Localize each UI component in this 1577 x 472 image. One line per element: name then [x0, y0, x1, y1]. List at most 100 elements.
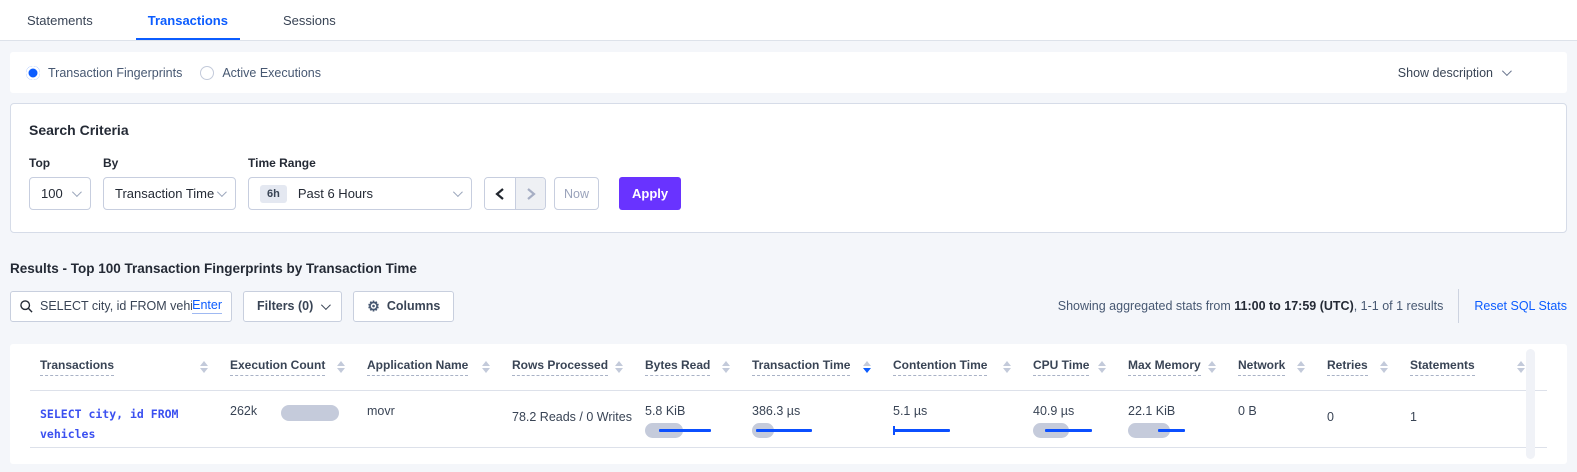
radio-label: Transaction Fingerprints	[48, 66, 182, 80]
chevron-down-icon	[217, 187, 227, 197]
show-description-label: Show description	[1398, 66, 1493, 80]
cell-retries: 0	[1327, 391, 1410, 447]
now-button[interactable]: Now	[554, 177, 599, 210]
column-header-application-name[interactable]: Application Name	[367, 358, 512, 376]
search-criteria-row: Top 100 By Transaction Time Time Range	[29, 156, 1548, 210]
table-header-row: Transactions Execution Count Application…	[30, 344, 1547, 391]
sort-icon[interactable]	[615, 361, 623, 373]
contention-time-bar	[893, 423, 965, 439]
column-header-rows-processed[interactable]: Rows Processed	[512, 358, 645, 376]
time-range-field: Time Range 6h Past 6 Hours	[248, 156, 472, 210]
transaction-fingerprint-link[interactable]: SELECT city, id FROM vehicles	[40, 404, 230, 444]
chevron-down-icon	[453, 187, 463, 197]
time-range-select[interactable]: 6h Past 6 Hours	[248, 177, 472, 210]
by-field: By Transaction Time	[103, 156, 236, 210]
enter-hint[interactable]: Enter	[192, 298, 222, 314]
radio-unselected-icon	[200, 66, 214, 80]
stats-area: Showing aggregated stats from 11:00 to 1…	[1058, 289, 1567, 323]
sort-icon[interactable]	[1517, 361, 1525, 373]
tab-bar: Statements Transactions Sessions	[0, 0, 1577, 41]
search-box: Enter	[10, 291, 232, 322]
execution-count-bar	[281, 405, 339, 421]
column-header-retries[interactable]: Retries	[1327, 358, 1410, 376]
column-header-network[interactable]: Network	[1238, 358, 1327, 376]
time-range-value: Past 6 Hours	[298, 186, 373, 201]
top-field: Top 100	[29, 156, 91, 210]
bytes-read-bar	[645, 423, 717, 439]
transactions-page: Statements Transactions Sessions Transac…	[0, 0, 1577, 464]
cell-transaction-time: 386.3 µs	[752, 391, 893, 447]
tab-sessions[interactable]: Sessions	[281, 0, 338, 40]
apply-button[interactable]: Apply	[619, 177, 681, 210]
reset-sql-stats-link[interactable]: Reset SQL Stats	[1474, 299, 1567, 313]
column-header-max-memory[interactable]: Max Memory	[1128, 358, 1238, 376]
search-criteria-title: Search Criteria	[29, 122, 1548, 138]
sort-icon[interactable]	[200, 361, 208, 373]
max-memory-bar	[1128, 423, 1200, 439]
sort-icon[interactable]	[1208, 361, 1216, 373]
column-header-contention-time[interactable]: Contention Time	[893, 358, 1033, 376]
page-content: Transaction Fingerprints Active Executio…	[10, 52, 1567, 464]
column-header-bytes-read[interactable]: Bytes Read	[645, 358, 752, 376]
cell-execution-count: 262k	[230, 391, 367, 447]
cell-contention-time: 5.1 µs	[893, 391, 1033, 447]
sort-icon[interactable]	[863, 361, 871, 373]
transaction-time-bar	[752, 423, 824, 439]
radio-selected-icon	[26, 66, 40, 80]
cell-bytes-read: 5.8 KiB	[645, 391, 752, 447]
next-time-button[interactable]	[515, 178, 545, 209]
sort-icon[interactable]	[482, 361, 490, 373]
chevron-right-icon	[526, 188, 536, 200]
chevron-down-icon	[1502, 66, 1512, 76]
transactions-table: Transactions Execution Count Application…	[10, 344, 1567, 464]
chevron-left-icon	[495, 188, 505, 200]
time-range-badge: 6h	[260, 185, 287, 203]
cpu-time-bar	[1033, 423, 1105, 439]
top-field-label: Top	[29, 156, 91, 170]
cell-max-memory: 22.1 KiB	[1128, 391, 1238, 447]
gear-icon: ⚙	[367, 299, 380, 313]
sort-icon[interactable]	[1098, 361, 1106, 373]
sort-icon[interactable]	[1380, 361, 1388, 373]
search-criteria-card: Search Criteria Top 100 By Transaction T…	[10, 103, 1567, 233]
columns-button[interactable]: ⚙ Columns	[353, 291, 454, 322]
table-scrollbar[interactable]	[1526, 349, 1535, 459]
cell-cpu-time: 40.9 µs	[1033, 391, 1128, 447]
column-header-execution-count[interactable]: Execution Count	[230, 358, 367, 376]
top-select[interactable]: 100	[29, 177, 91, 210]
results-controls: Enter Filters (0) ⚙ Columns Showing aggr…	[10, 289, 1567, 323]
sort-icon[interactable]	[1297, 361, 1305, 373]
table-row: SELECT city, id FROM vehicles 262k movr …	[30, 391, 1547, 448]
time-nav-group	[484, 177, 546, 210]
time-range-label: Time Range	[248, 156, 472, 170]
column-header-cpu-time[interactable]: CPU Time	[1033, 358, 1128, 376]
column-header-transactions[interactable]: Transactions	[40, 358, 230, 376]
radio-transaction-fingerprints[interactable]: Transaction Fingerprints	[26, 66, 182, 80]
chevron-down-icon	[72, 187, 82, 197]
results-title: Results - Top 100 Transaction Fingerprin…	[10, 261, 1567, 276]
cell-application-name: movr	[367, 391, 512, 447]
columns-label: Columns	[387, 299, 440, 313]
tab-statements[interactable]: Statements	[25, 0, 95, 40]
filters-label: Filters (0)	[257, 299, 313, 313]
view-mode-panel: Transaction Fingerprints Active Executio…	[10, 52, 1567, 93]
vertical-divider	[1458, 289, 1459, 323]
column-header-transaction-time[interactable]: Transaction Time	[752, 358, 893, 376]
previous-time-button[interactable]	[485, 178, 515, 209]
sort-icon[interactable]	[337, 361, 345, 373]
filters-button[interactable]: Filters (0)	[243, 291, 342, 322]
search-input[interactable]	[40, 299, 192, 313]
cell-transaction-fingerprint: SELECT city, id FROM vehicles	[40, 391, 230, 447]
tab-transactions[interactable]: Transactions	[146, 0, 230, 40]
sort-icon[interactable]	[722, 361, 730, 373]
search-icon	[20, 300, 33, 313]
by-field-label: By	[103, 156, 236, 170]
radio-label: Active Executions	[222, 66, 321, 80]
by-select[interactable]: Transaction Time	[103, 177, 236, 210]
radio-active-executions[interactable]: Active Executions	[200, 66, 321, 80]
cell-network: 0 B	[1238, 391, 1327, 447]
by-select-value: Transaction Time	[115, 186, 214, 201]
show-description-toggle[interactable]: Show description	[1398, 66, 1509, 80]
aggregated-stats-text: Showing aggregated stats from 11:00 to 1…	[1058, 299, 1444, 313]
sort-icon[interactable]	[1003, 361, 1011, 373]
